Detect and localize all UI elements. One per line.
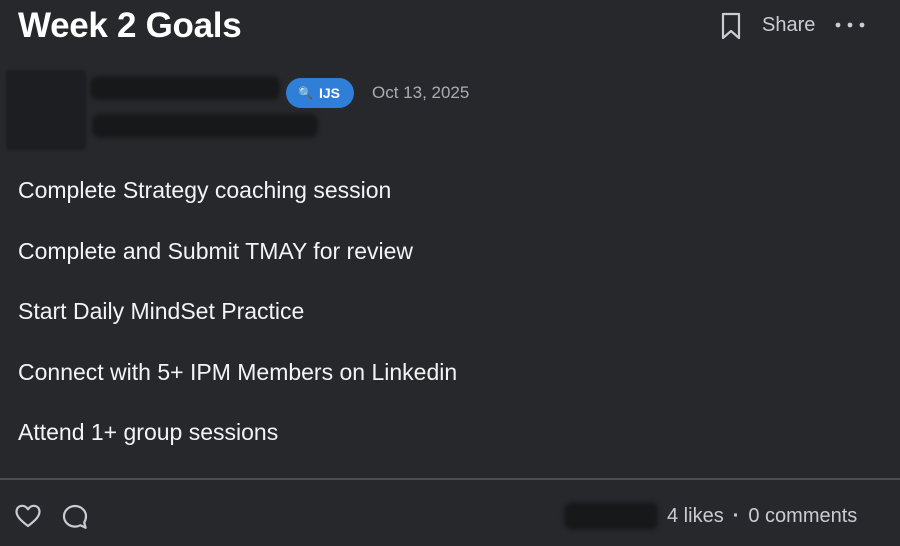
likers-avatars-redacted[interactable] [564,502,658,530]
goal-item: Complete and Submit TMAY for review [18,237,413,264]
bookmark-icon [721,12,741,40]
comments-count[interactable]: 0 comments [748,505,857,527]
author-avatar-redacted[interactable] [6,70,86,150]
post-date: Oct 13, 2025 [372,83,470,102]
goal-item: Start Daily MindSet Practice [18,298,305,324]
post-title: Week 2 Goals [18,6,242,45]
magnifier-icon: 🔍 [298,86,313,100]
more-options-button[interactable] [833,12,867,38]
like-button[interactable] [14,503,42,529]
author-name-redacted[interactable] [90,76,280,100]
footer-divider [0,478,900,480]
comment-button[interactable] [60,502,90,532]
likes-count[interactable]: 4 likes [667,505,724,527]
post-card: Week 2 Goals Share 🔍 IJS Oct 13, 2025 Co… [0,0,900,546]
stats-separator: · [732,505,740,527]
comment-bubble-icon [62,504,88,529]
group-badge[interactable]: 🔍 IJS [286,78,354,108]
engagement-stats: 4 likes · 0 comments [667,503,857,529]
share-button[interactable]: Share [762,12,815,38]
author-subtitle-redacted [92,114,318,138]
bookmark-button[interactable] [719,11,743,41]
badge-label: IJS [318,85,340,101]
goal-item: Connect with 5+ IPM Members on Linkedin [18,358,458,385]
heart-icon [15,504,41,528]
goal-item: Attend 1+ group sessions [18,419,279,445]
more-horizontal-icon [835,22,865,28]
goal-list: Complete Strategy coaching session Compl… [18,173,457,476]
goal-item: Complete Strategy coaching session [18,177,392,203]
